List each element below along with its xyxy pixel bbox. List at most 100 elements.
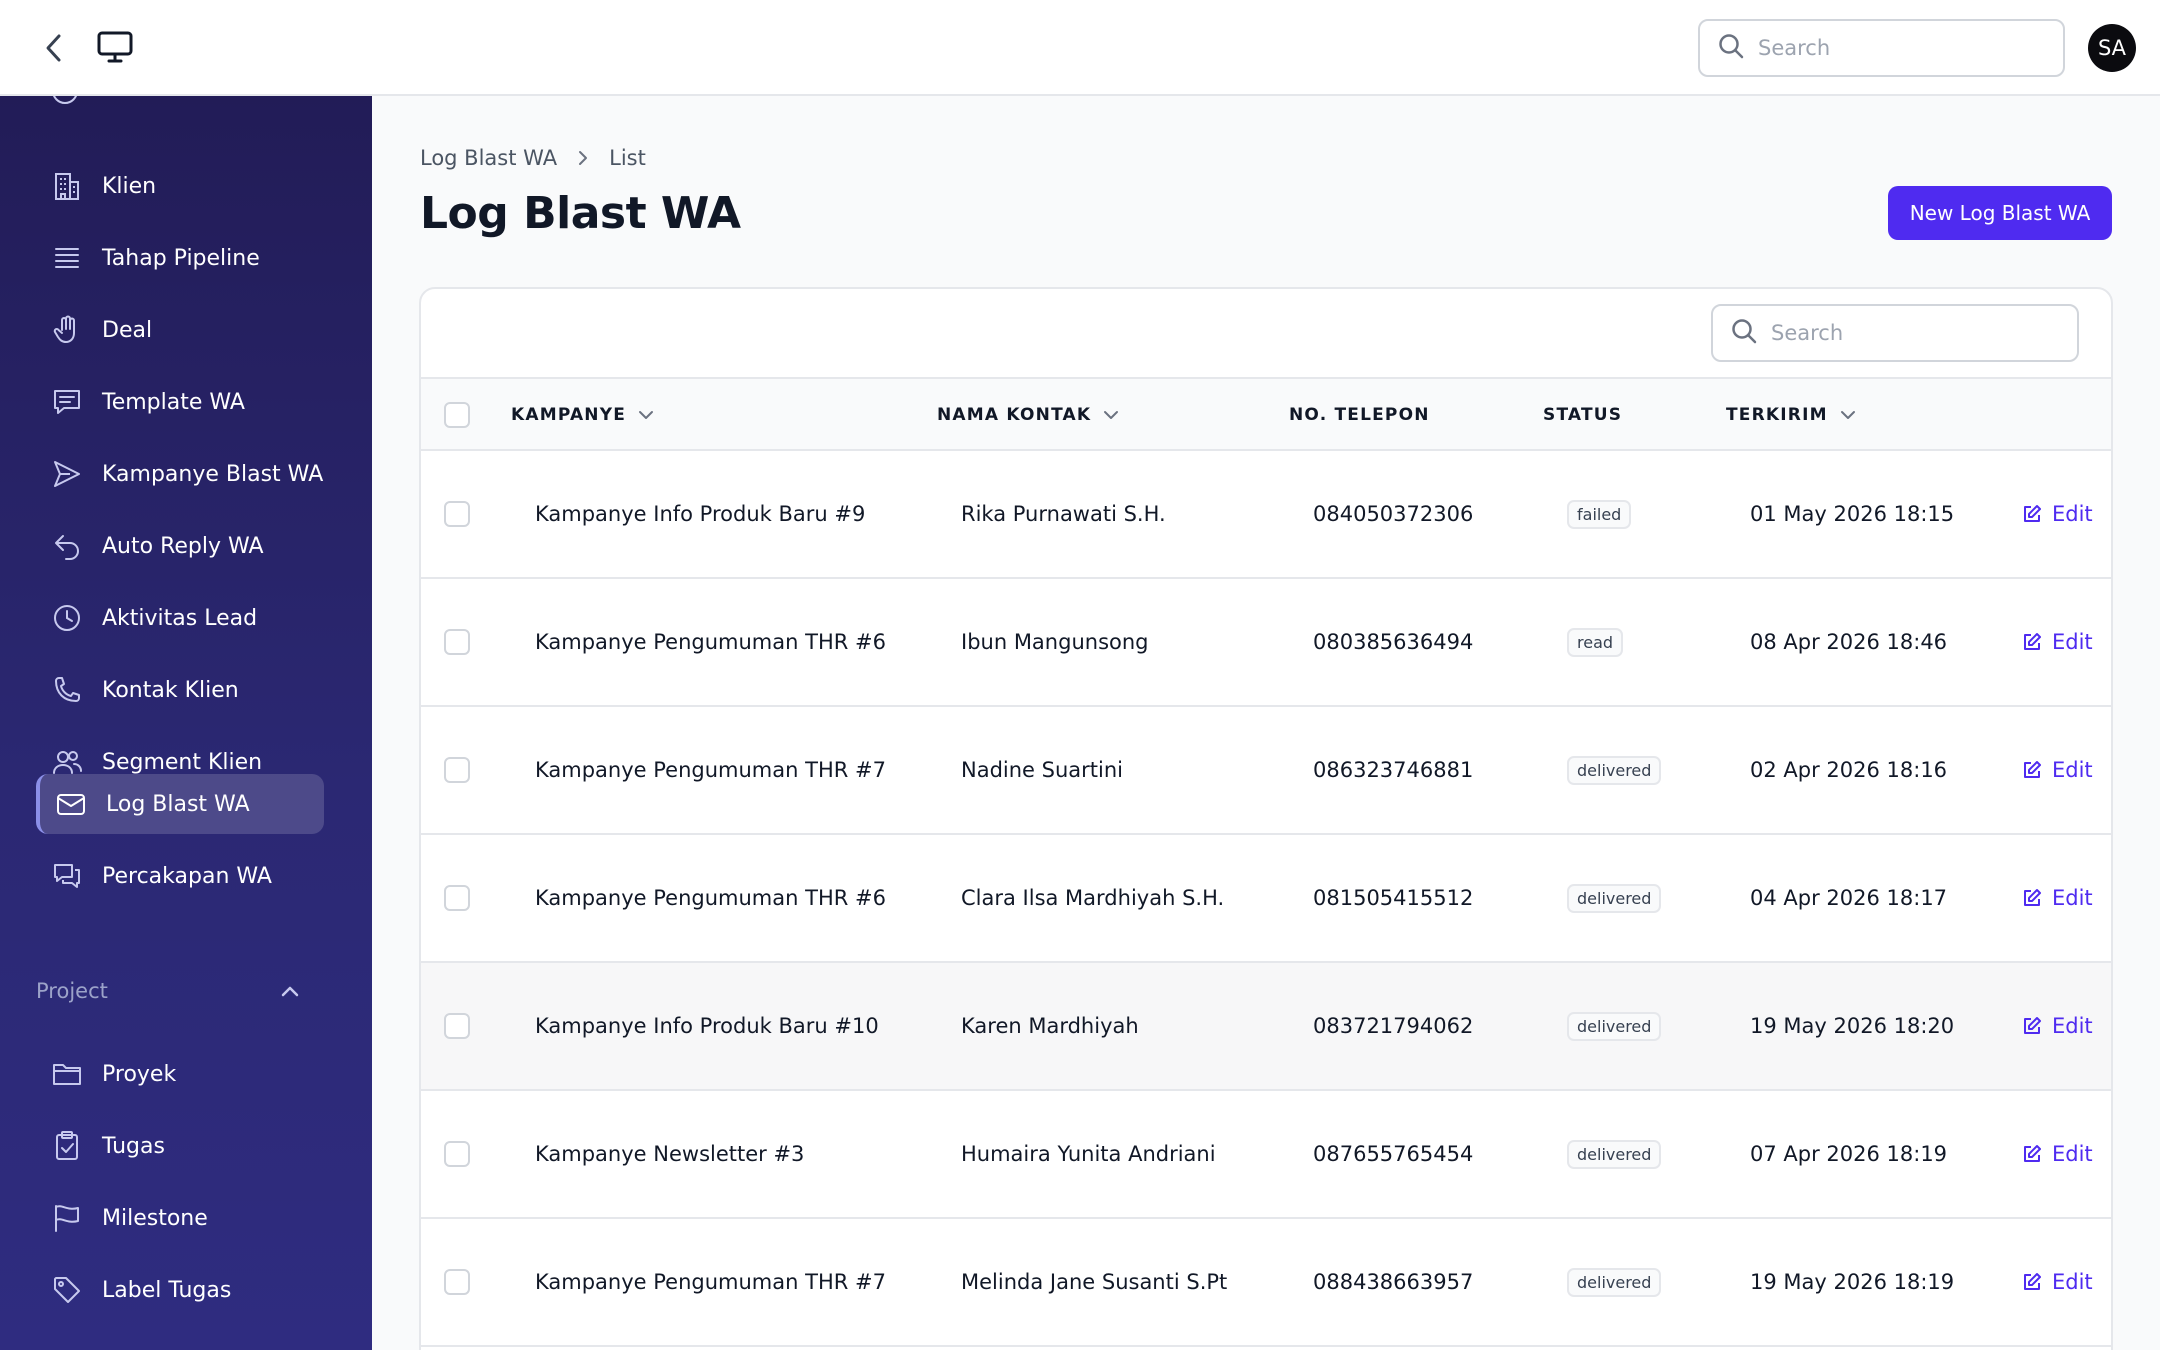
edit-link[interactable]: Edit	[2022, 502, 2093, 526]
clipboard-check-icon	[50, 1129, 84, 1163]
back-icon[interactable]	[34, 28, 74, 68]
sidebar-section-project[interactable]: Project	[36, 976, 300, 1006]
sidebar-item-tahap-pipeline[interactable]: Tahap Pipeline	[36, 228, 324, 288]
monitor-icon[interactable]	[94, 26, 136, 68]
sidebar-item-label-tugas[interactable]: Label Tugas	[36, 1260, 324, 1320]
table-row[interactable]: Kampanye Info Produk Baru #10 Karen Mard…	[421, 963, 2111, 1091]
sidebar-item-label: Klien	[102, 173, 157, 199]
cell-no-telepon: 088438663957	[1313, 1270, 1474, 1294]
status-badge: delivered	[1567, 883, 1662, 913]
cell-terkirim: 19 May 2026 18:20	[1750, 1014, 1955, 1038]
cell-kampanye: Kampanye Info Produk Baru #9	[535, 502, 866, 526]
sidebar-item-aktivitas-lead[interactable]: Aktivitas Lead	[36, 588, 324, 648]
edit-icon	[2022, 504, 2042, 524]
table-row[interactable]: Kampanye Pengumuman THR #6 Clara Ilsa Ma…	[421, 835, 2111, 963]
edit-link[interactable]: Edit	[2022, 886, 2093, 910]
sidebar-item-klien[interactable]: Klien	[36, 156, 324, 216]
column-header-no-telepon: NO. TELEPON	[1289, 379, 1430, 451]
row-checkbox[interactable]	[444, 1269, 470, 1295]
circle-icon	[52, 96, 78, 104]
building-icon	[50, 169, 84, 203]
table-row[interactable]: Kampanye Newsletter #3 Humaira Yunita An…	[421, 1091, 2111, 1219]
select-all-checkbox[interactable]	[444, 402, 470, 428]
edit-icon	[2022, 1016, 2042, 1036]
sidebar-item-label: Proyek	[102, 1061, 177, 1087]
edit-link[interactable]: Edit	[2022, 1014, 2093, 1038]
column-header-label: NAMA KONTAK	[937, 405, 1092, 425]
row-checkbox[interactable]	[444, 757, 470, 783]
new-log-blast-wa-button[interactable]: New Log Blast WA	[1888, 186, 2112, 240]
status-badge: failed	[1567, 499, 1632, 529]
sidebar-item-log-blast-wa[interactable]: Log Blast WA	[36, 774, 324, 834]
edit-link[interactable]: Edit	[2022, 630, 2093, 654]
cell-kampanye: Kampanye Newsletter #3	[535, 1142, 805, 1166]
table-row[interactable]: Kampanye Pengumuman THR #7 Nadine Suarti…	[421, 707, 2111, 835]
sidebar-item-label: Tahap Pipeline	[102, 245, 260, 271]
sidebar-item-proyek[interactable]: Proyek	[36, 1044, 324, 1104]
cell-kampanye: Kampanye Pengumuman THR #6	[535, 630, 886, 654]
status-badge: delivered	[1567, 1267, 1662, 1297]
search-icon	[1718, 33, 1744, 63]
cell-nama-kontak: Karen Mardhiyah	[961, 1014, 1139, 1038]
edit-icon	[2022, 1144, 2042, 1164]
sidebar-item-percakapan-wa[interactable]: Percakapan WA	[36, 846, 324, 906]
sidebar-item-label: Template WA	[102, 389, 245, 415]
sidebar-item-label: Aktivitas Lead	[102, 605, 258, 631]
sidebar-section-label: Project	[36, 979, 108, 1003]
edit-label: Edit	[2052, 1014, 2093, 1038]
reply-icon	[50, 529, 84, 563]
breadcrumb: Log Blast WA List	[420, 146, 646, 170]
breadcrumb-current: List	[609, 146, 646, 170]
cell-terkirim: 08 Apr 2026 18:46	[1750, 630, 1948, 654]
table-search-input[interactable]	[1771, 321, 2077, 345]
edit-icon	[2022, 632, 2042, 652]
cell-no-telepon: 080385636494	[1313, 630, 1474, 654]
global-search[interactable]	[1698, 19, 2065, 77]
sidebar-item-tugas[interactable]: Tugas	[36, 1116, 324, 1176]
column-header-nama-kontak[interactable]: NAMA KONTAK	[937, 379, 1119, 451]
sidebar-item-label: Kampanye Blast WA	[102, 461, 324, 487]
sidebar-item-milestone[interactable]: Milestone	[36, 1188, 324, 1248]
column-header-kampanye[interactable]: KAMPANYE	[511, 379, 654, 451]
send-icon	[50, 457, 84, 491]
cell-terkirim: 01 May 2026 18:15	[1750, 502, 1955, 526]
sidebar-item-template-wa[interactable]: Template WA	[36, 372, 324, 432]
table-search[interactable]	[1711, 304, 2079, 362]
breadcrumb-parent[interactable]: Log Blast WA	[420, 146, 557, 170]
row-checkbox[interactable]	[444, 885, 470, 911]
table-row[interactable]: Kampanye Info Produk Baru #9 Rika Purnaw…	[421, 451, 2111, 579]
tag-icon	[50, 1273, 84, 1307]
column-header-label: NO. TELEPON	[1289, 405, 1430, 425]
edit-icon	[2022, 760, 2042, 780]
global-search-input[interactable]	[1758, 36, 2063, 60]
folder-icon	[50, 1057, 84, 1091]
row-checkbox[interactable]	[444, 501, 470, 527]
row-checkbox[interactable]	[444, 1013, 470, 1039]
chevron-down-icon	[1103, 410, 1119, 420]
edit-label: Edit	[2052, 886, 2093, 910]
table-row[interactable]: Kampanye Pengumuman THR #6 Ibun Mangunso…	[421, 579, 2111, 707]
sidebar-item-kontak-klien[interactable]: Kontak Klien	[36, 660, 324, 720]
edit-icon	[2022, 888, 2042, 908]
edit-label: Edit	[2052, 502, 2093, 526]
cell-nama-kontak: Melinda Jane Susanti S.Pt	[961, 1270, 1228, 1294]
sidebar: Klien Tahap Pipeline Deal Template WA Ka…	[0, 96, 372, 1350]
cell-no-telepon: 087655765454	[1313, 1142, 1474, 1166]
top-bar: SA	[0, 0, 2160, 96]
edit-link[interactable]: Edit	[2022, 1270, 2093, 1294]
row-checkbox[interactable]	[444, 1141, 470, 1167]
chevron-down-icon	[638, 410, 654, 420]
edit-link[interactable]: Edit	[2022, 758, 2093, 782]
flag-icon	[50, 1201, 84, 1235]
chat-text-icon	[50, 385, 84, 419]
sidebar-item-deal[interactable]: Deal	[36, 300, 324, 360]
status-badge: delivered	[1567, 755, 1662, 785]
table-header: KAMPANYE NAMA KONTAK NO. TELEPON STATUS …	[421, 377, 2111, 451]
sidebar-item-kampanye-blast-wa[interactable]: Kampanye Blast WA	[36, 444, 324, 504]
column-header-terkirim[interactable]: TERKIRIM	[1726, 379, 1856, 451]
edit-link[interactable]: Edit	[2022, 1142, 2093, 1166]
user-avatar[interactable]: SA	[2088, 24, 2136, 72]
sidebar-item-auto-reply-wa[interactable]: Auto Reply WA	[36, 516, 324, 576]
row-checkbox[interactable]	[444, 629, 470, 655]
table-row[interactable]: Kampanye Pengumuman THR #7 Melinda Jane …	[421, 1219, 2111, 1347]
